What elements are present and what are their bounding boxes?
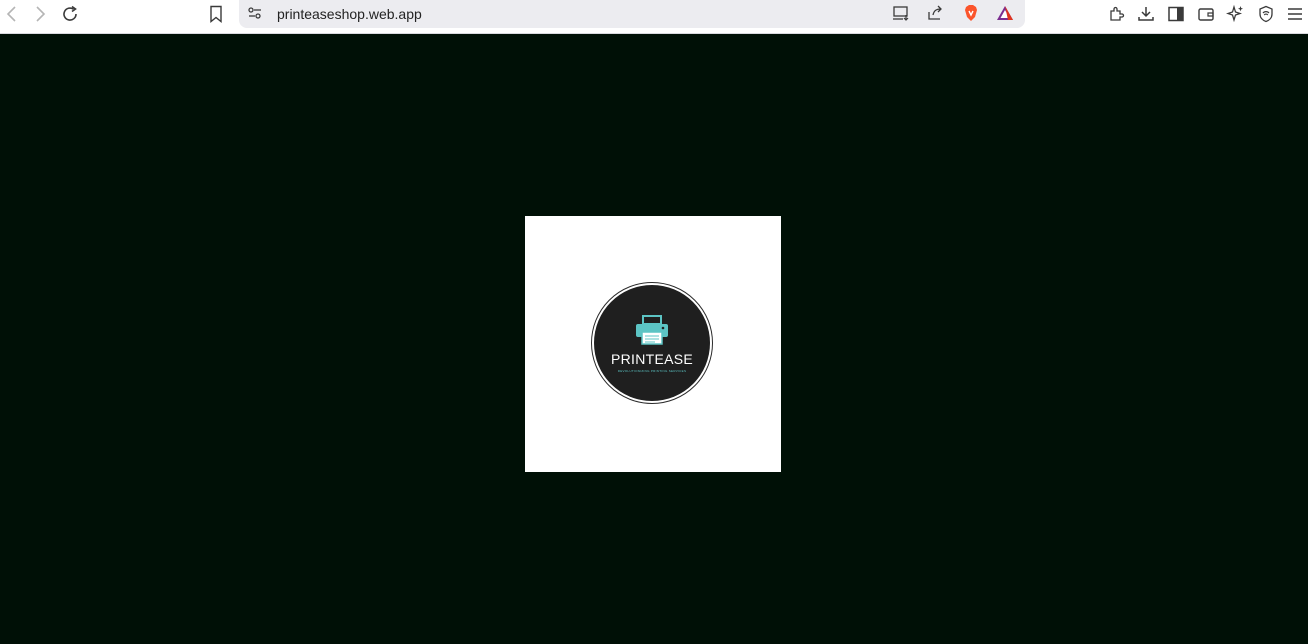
site-settings-icon[interactable]: [243, 1, 267, 25]
install-app-icon[interactable]: [889, 1, 913, 25]
leo-ai-icon[interactable]: [1224, 2, 1248, 26]
wallet-icon[interactable]: [1194, 2, 1218, 26]
downloads-icon[interactable]: [1134, 2, 1158, 26]
logo-tagline: REVOLUTIONIZING PRINTING SERVICES: [617, 369, 687, 373]
sidebar-icon[interactable]: [1164, 2, 1188, 26]
brave-rewards-icon[interactable]: [993, 1, 1017, 25]
reload-icon[interactable]: [58, 2, 82, 26]
share-icon[interactable]: [923, 1, 947, 25]
bookmark-icon[interactable]: [204, 2, 228, 26]
brave-shields-icon[interactable]: [959, 1, 983, 25]
url-text: printeaseshop.web.app: [277, 6, 422, 22]
browser-toolbar: printeaseshop.web.app: [0, 0, 1308, 34]
vpn-icon[interactable]: [1254, 2, 1278, 26]
logo-name: PRINTEASE: [610, 351, 694, 367]
splash-card: PRINTEASE REVOLUTIONIZING PRINTING SERVI…: [525, 216, 781, 472]
back-icon[interactable]: [0, 2, 24, 26]
page-viewport: PRINTEASE REVOLUTIONIZING PRINTING SERVI…: [0, 34, 1308, 644]
extensions-icon[interactable]: [1105, 2, 1129, 26]
logo: PRINTEASE REVOLUTIONIZING PRINTING SERVI…: [591, 282, 713, 404]
menu-icon[interactable]: [1283, 2, 1307, 26]
logo-disc: PRINTEASE REVOLUTIONIZING PRINTING SERVI…: [594, 285, 710, 401]
printer-icon: [636, 315, 668, 345]
forward-icon[interactable]: [28, 2, 52, 26]
address-bar[interactable]: printeaseshop.web.app: [239, 0, 1025, 28]
